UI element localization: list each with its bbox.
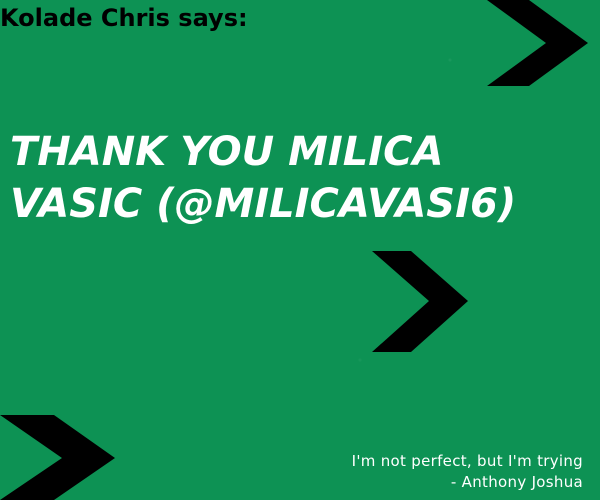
quote-attribution: - Anthony Joshua	[450, 473, 583, 491]
headline-line-2: VASIC (@MILICAVASI6)	[10, 181, 517, 227]
headline: THANK YOU MILICA VASIC (@MILICAVASI6)	[10, 126, 600, 230]
speaker-label: Kolade Chris says:	[0, 4, 248, 32]
decorative-arrow-bottom-left	[0, 415, 115, 500]
quote-text: I'm not perfect, but I'm trying	[351, 452, 583, 470]
decorative-arrow-middle-right	[372, 251, 468, 352]
quote-block: I'm not perfect, but I'm trying - Anthon…	[352, 451, 583, 493]
decorative-arrow-top-right	[487, 0, 600, 86]
headline-line-1: THANK YOU MILICA	[10, 129, 444, 175]
